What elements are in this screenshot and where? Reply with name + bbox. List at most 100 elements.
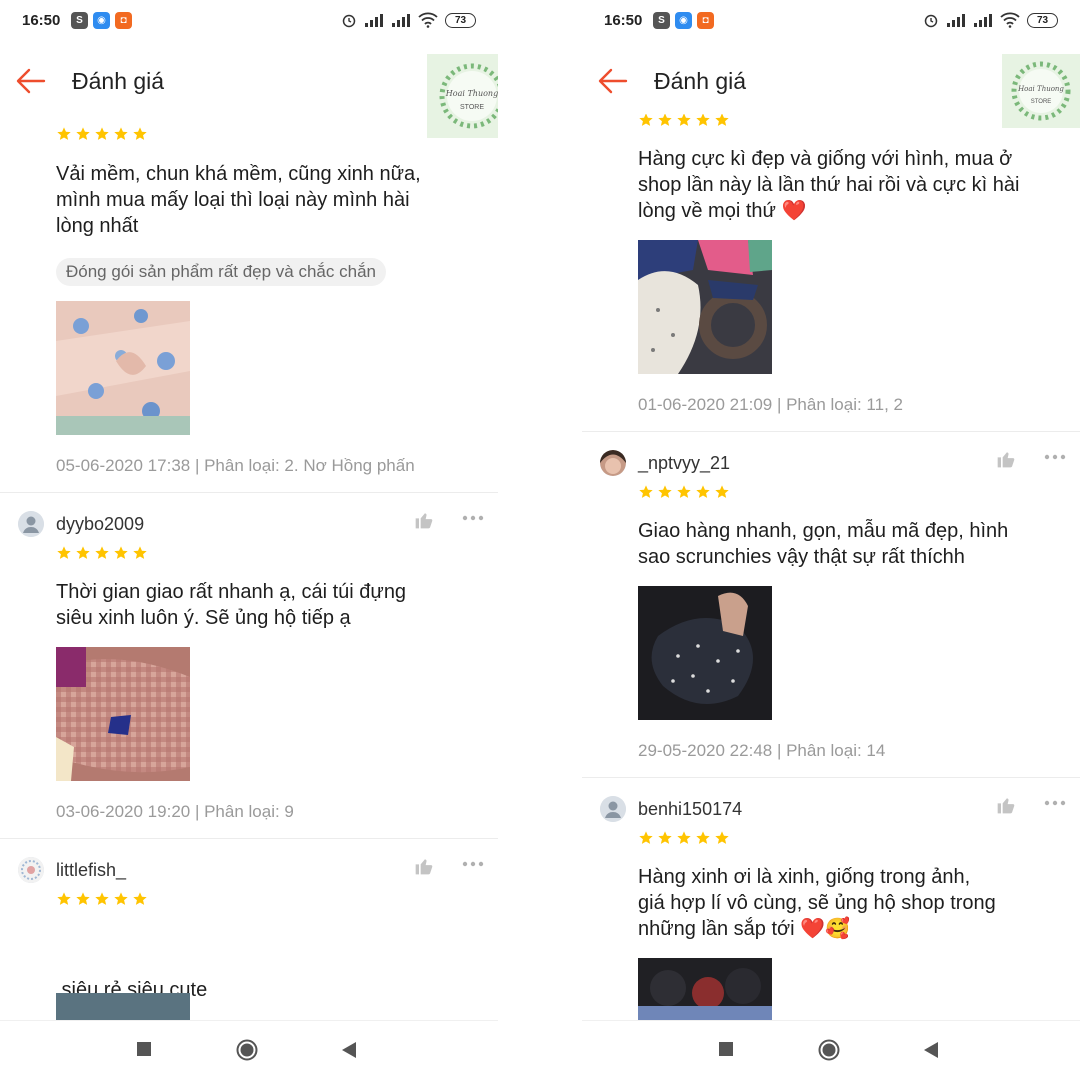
status-bar: 16:50 S ◉ ◘ 73 (582, 0, 1080, 44)
reviews-list[interactable]: Hàng cực kì đẹp và giống với hình, mua ở… (582, 100, 1080, 1020)
avatar (600, 796, 626, 822)
review-photo[interactable] (56, 993, 190, 1020)
wifi-icon (418, 12, 438, 28)
review-line: Hàng xinh ơi là xinh, giống trong ảnh, (638, 866, 971, 888)
review-meta: 05-06-2020 17:38 | Phân loại: 2. Nơ Hồng… (56, 456, 415, 475)
review-photo[interactable] (56, 301, 190, 435)
store-logo[interactable]: Hoai Thuong STORE (1002, 54, 1080, 128)
notif-s-icon: S (71, 12, 88, 29)
system-icons: 73 (341, 12, 476, 28)
circle-nav-icon[interactable] (236, 1039, 258, 1061)
review-line: Thời gian giao rất nhanh ạ, cái túi đựng (56, 581, 407, 603)
thumbs-up-icon[interactable] (996, 795, 1016, 815)
review-photo-image (56, 993, 190, 1020)
signal-icon (947, 14, 965, 27)
store-logo[interactable]: Hoai Thuong STORE (427, 54, 498, 138)
avatar (600, 450, 626, 476)
store-logo-name: Hoai Thuong (1017, 85, 1064, 93)
review-line: Giao hàng nhanh, gọn, mẫu mã đẹp, hình (638, 520, 1009, 542)
status-time: 16:50 (22, 12, 61, 29)
star-icon (94, 891, 110, 907)
page-title: Đánh giá (654, 68, 747, 94)
review-line: shop lần này là lần thứ hai rồi và cực k… (638, 174, 1020, 196)
review-meta: 29-05-2020 22:48 | Phân loại: 14 (638, 741, 886, 760)
star-rating (56, 545, 148, 561)
triangle-back-icon[interactable] (923, 1041, 939, 1059)
left-phone-screen: 16:50 S ◉ ◘ 73 Đánh giá Hoai Thuong STOR… (0, 0, 498, 1080)
star-icon (695, 112, 711, 128)
wifi-icon (1000, 12, 1020, 28)
reviewer[interactable]: dyybo2009 (18, 511, 144, 537)
thumbs-up-icon[interactable] (414, 856, 434, 876)
star-icon (657, 830, 673, 846)
star-icon (94, 545, 110, 561)
star-icon (56, 891, 72, 907)
alarm-icon (924, 14, 938, 28)
star-icon (132, 126, 148, 142)
thumbs-up-icon[interactable] (414, 510, 434, 530)
store-logo-graphic: Hoai Thuong STORE (1002, 54, 1080, 128)
review-text: Hàng xinh ơi là xinh, giống trong ảnh, g… (638, 864, 1068, 942)
system-nav-bar (582, 1020, 1080, 1080)
star-icon (714, 484, 730, 500)
review-photo[interactable] (638, 586, 772, 720)
more-dots-icon[interactable] (1043, 799, 1067, 807)
star-icon (676, 112, 692, 128)
username: benhi150174 (638, 798, 743, 819)
star-icon (132, 891, 148, 907)
star-icon (657, 484, 673, 500)
review-photo-image (638, 586, 772, 720)
circle-nav-icon[interactable] (818, 1039, 840, 1061)
star-icon (113, 891, 129, 907)
triangle-back-icon[interactable] (341, 1041, 357, 1059)
signal-icon (365, 14, 383, 27)
star-icon (56, 126, 72, 142)
review-line: lòng nhất (56, 215, 139, 237)
review-meta: 01-06-2020 21:09 | Phân loại: 11, 2 (638, 395, 903, 414)
status-time: 16:50 (604, 12, 643, 29)
review-line: giá hợp lí vô cùng, sẽ ủng hộ shop trong (638, 892, 996, 914)
alarm-icon (342, 14, 356, 28)
store-logo-graphic: Hoai Thuong STORE (427, 54, 498, 138)
review-text: Giao hàng nhanh, gọn, mẫu mã đẹp, hình s… (638, 518, 1068, 570)
notif-s-icon: S (653, 12, 670, 29)
notif-signal-icon: ◉ (93, 12, 110, 29)
reviewer[interactable]: _nptvyy_21 (600, 450, 730, 476)
reviewer[interactable]: benhi150174 (600, 796, 742, 822)
more-dots-icon[interactable] (1043, 453, 1067, 461)
star-rating (56, 126, 148, 142)
notif-signal-icon: ◉ (675, 12, 692, 29)
star-icon (75, 545, 91, 561)
reviews-list[interactable]: Vải mềm, chun khá mềm, cũng xinh nữa, mì… (0, 100, 498, 1020)
star-rating (56, 891, 148, 907)
back-arrow-icon[interactable] (14, 64, 48, 98)
back-arrow-icon[interactable] (596, 64, 630, 98)
star-icon (113, 126, 129, 142)
review-photo[interactable] (638, 958, 772, 1020)
thumbs-up-icon[interactable] (996, 449, 1016, 469)
page-title: Đánh giá (72, 68, 165, 94)
divider (582, 431, 1080, 432)
review-photo[interactable] (56, 647, 190, 781)
more-dots-icon[interactable] (461, 514, 485, 522)
username: dyybo2009 (56, 513, 145, 534)
review-tag: Đóng gói sản phẩm rất đẹp và chắc chắn (56, 258, 386, 286)
review-photo-image (56, 647, 190, 781)
star-rating (638, 830, 730, 846)
more-dots-icon[interactable] (461, 860, 485, 868)
system-nav-bar (0, 1020, 498, 1080)
star-rating (638, 112, 730, 128)
star-icon (638, 112, 654, 128)
battery-indicator: 73 (445, 12, 476, 28)
square-nav-icon[interactable] (718, 1041, 734, 1057)
star-icon (638, 830, 654, 846)
notification-icons: S ◉ ◘ (71, 12, 132, 29)
review-line: Vải mềm, chun khá mềm, cũng xinh nữa, (56, 163, 421, 185)
review-photo[interactable] (638, 240, 772, 374)
signal-icon-2 (392, 14, 410, 27)
divider (0, 492, 498, 493)
square-nav-icon[interactable] (136, 1041, 152, 1057)
reviewer[interactable]: littlefish_ (18, 857, 126, 883)
review-line: mình mua mấy loại thì loại này mình hài (56, 189, 410, 211)
notif-shop-icon: ◘ (115, 12, 132, 29)
